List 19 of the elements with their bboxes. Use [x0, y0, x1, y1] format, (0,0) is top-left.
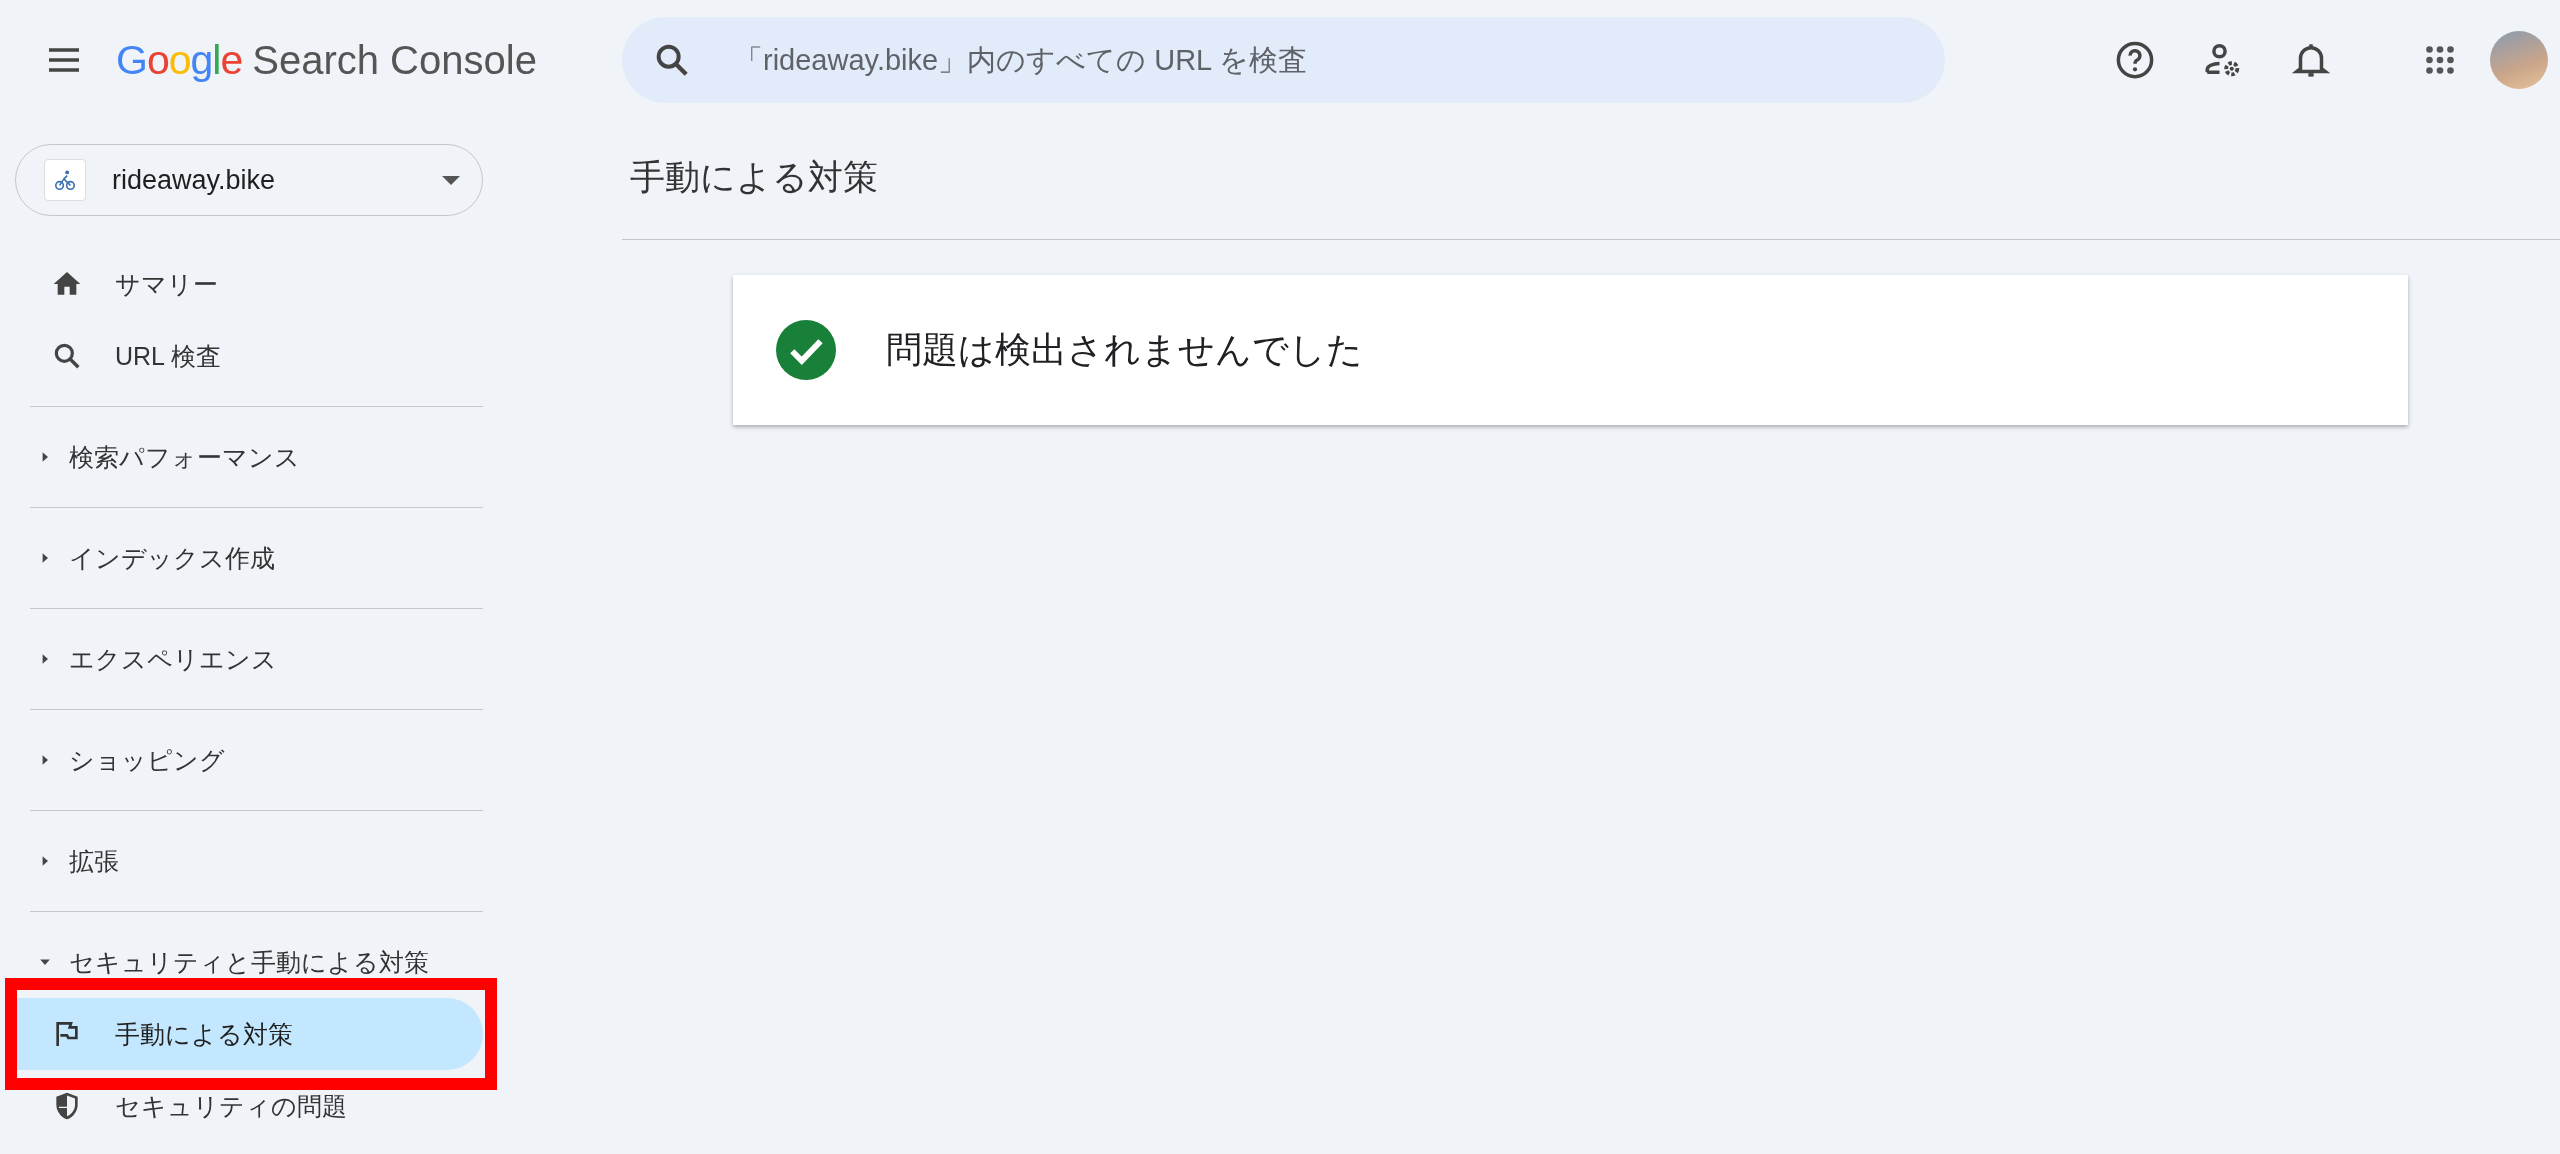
- nav-section[interactable]: ショッピング: [15, 724, 500, 796]
- nav-item[interactable]: URL 検査: [15, 320, 483, 392]
- page-title: 手動による対策: [622, 120, 2560, 240]
- nav-section[interactable]: インデックス作成: [15, 522, 500, 594]
- nav-section[interactable]: 検索パフォーマンス: [15, 421, 500, 493]
- help-icon[interactable]: [2114, 39, 2156, 81]
- search-field[interactable]: 「rideaway.bike」内のすべての URL を検査: [622, 17, 1945, 103]
- search-input[interactable]: 「rideaway.bike」内のすべての URL を検査: [732, 42, 1945, 78]
- product-name: Search Console: [252, 37, 537, 83]
- nav-section[interactable]: エクスペリエンス: [15, 623, 500, 695]
- nav-item[interactable]: サマリー: [15, 248, 483, 320]
- nav-section[interactable]: セキュリティと手動による対策: [15, 926, 500, 998]
- nav-item[interactable]: 手動による対策: [15, 998, 483, 1070]
- logo[interactable]: Google: [116, 36, 243, 84]
- caret-icon: [442, 175, 460, 185]
- nav-item[interactable]: セキュリティの問題: [15, 1070, 483, 1142]
- status-message: 問題は検出されませんでした: [886, 327, 1363, 372]
- check-circle-icon: [776, 320, 836, 380]
- nav-section[interactable]: 拡張: [15, 825, 500, 897]
